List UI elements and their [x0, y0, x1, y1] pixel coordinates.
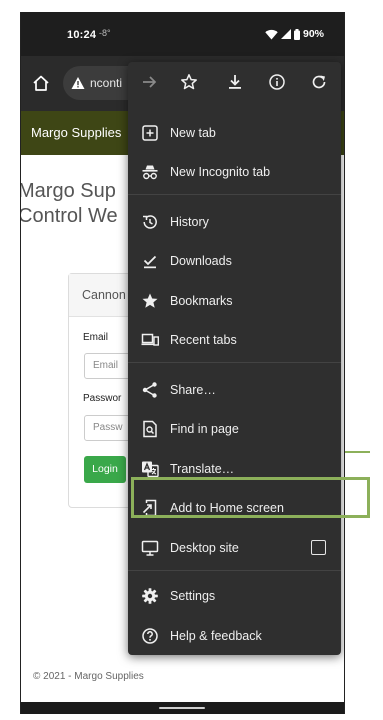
menu-item-label: Settings	[170, 589, 216, 603]
browser-overflow-menu: New tab New Incognito tab History Downlo…	[128, 62, 341, 655]
new-tab-icon	[142, 125, 158, 141]
status-time: 10:24	[67, 29, 97, 41]
settings-icon	[142, 588, 158, 604]
menu-divider	[128, 194, 341, 195]
incognito-icon	[142, 165, 158, 180]
menu-divider	[128, 570, 341, 571]
page-title-line-2: Control We	[20, 205, 118, 227]
highlight-connector-line	[345, 451, 370, 453]
email-label: Email	[83, 332, 109, 343]
page-title-line-1: Margo Sup	[20, 180, 116, 202]
download-icon[interactable]	[226, 73, 244, 91]
page-info-icon[interactable]	[268, 73, 286, 91]
menu-item-label: Bookmarks	[170, 294, 233, 308]
status-temperature: -8°	[99, 28, 111, 38]
help-icon	[142, 628, 158, 644]
menu-item-recent-tabs[interactable]: Recent tabs	[128, 322, 341, 358]
menu-toolbar	[128, 62, 341, 102]
menu-item-label: Translate…	[170, 462, 235, 476]
gesture-handle[interactable]	[159, 707, 205, 709]
highlight-box	[131, 477, 370, 518]
menu-item-label: Find in page	[170, 422, 239, 436]
menu-item-history[interactable]: History	[128, 204, 341, 240]
phone-screen: 10:24 -8° 90% nconti Margo Supplies Marg…	[20, 12, 345, 714]
site-brand-link[interactable]: Margo Supplies	[31, 125, 121, 140]
menu-item-settings[interactable]: Settings	[128, 578, 341, 614]
menu-item-label: New tab	[170, 126, 216, 140]
menu-item-label: Desktop site	[170, 541, 239, 555]
menu-item-new-tab[interactable]: New tab	[128, 115, 341, 151]
menu-item-label: History	[170, 215, 209, 229]
password-label: Passwor	[83, 393, 122, 404]
address-bar-url: nconti	[90, 76, 123, 90]
translate-icon	[142, 461, 159, 478]
refresh-icon[interactable]	[310, 73, 328, 91]
history-icon	[143, 215, 157, 229]
battery-icon	[293, 28, 300, 40]
status-icons: 90%	[265, 28, 324, 40]
menu-item-label: Share…	[170, 383, 216, 397]
page-title: Margo Sup Control We	[20, 179, 118, 229]
login-card-title: Cannon	[82, 288, 126, 302]
status-bar: 10:24 -8° 90%	[21, 12, 344, 56]
login-button[interactable]: Login	[84, 456, 126, 483]
footer-copyright: © 2021 - Margo Supplies	[33, 671, 144, 682]
menu-divider	[128, 362, 341, 363]
desktop-site-checkbox[interactable]	[311, 540, 326, 555]
share-icon	[142, 382, 157, 398]
forward-arrow-icon[interactable]	[140, 73, 158, 91]
find-in-page-icon	[143, 420, 157, 438]
bookmarks-icon	[142, 293, 158, 308]
menu-item-label: New Incognito tab	[170, 165, 271, 179]
system-navigation-bar	[21, 702, 344, 714]
signal-icon	[280, 29, 291, 39]
downloads-icon	[143, 255, 157, 269]
menu-item-label: Recent tabs	[170, 333, 237, 347]
home-icon[interactable]	[32, 74, 50, 92]
menu-item-help-feedback[interactable]: Help & feedback	[128, 618, 341, 654]
bookmark-star-icon[interactable]	[180, 73, 198, 91]
menu-item-new-incognito-tab[interactable]: New Incognito tab	[128, 154, 341, 190]
desktop-icon	[141, 540, 159, 556]
menu-item-downloads[interactable]: Downloads	[128, 243, 341, 279]
menu-item-find-in-page[interactable]: Find in page	[128, 411, 341, 447]
wifi-icon	[265, 29, 278, 39]
battery-percent: 90%	[302, 28, 324, 40]
menu-item-label: Downloads	[170, 254, 232, 268]
menu-item-share[interactable]: Share…	[128, 372, 341, 408]
menu-item-label: Help & feedback	[170, 629, 262, 643]
menu-item-desktop-site[interactable]: Desktop site	[128, 530, 341, 566]
not-secure-warning-icon[interactable]	[71, 76, 85, 90]
menu-item-bookmarks[interactable]: Bookmarks	[128, 283, 341, 319]
screenshot-frame: 10:24 -8° 90% nconti Margo Supplies Marg…	[0, 0, 383, 720]
recent-tabs-icon	[141, 333, 159, 346]
